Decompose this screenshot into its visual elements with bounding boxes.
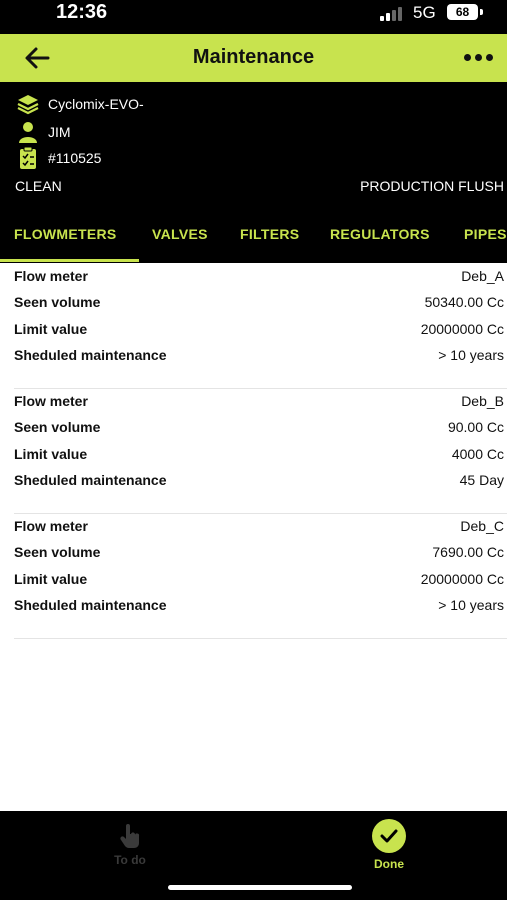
seen-volume-value: 90.00 Cc — [447, 419, 504, 435]
flow-meter-row: Flow meter Deb_C — [14, 518, 504, 538]
seen-volume-row: Seen volume 90.00 Cc — [14, 419, 504, 439]
mode-clean: CLEAN — [15, 178, 62, 194]
seen-volume-label: Seen volume — [14, 294, 101, 310]
seen-volume-value: 50340.00 Cc — [424, 294, 504, 310]
status-bar: 12:36 5G 68 — [0, 0, 507, 34]
flow-meter-row: Flow meter Deb_A — [14, 268, 504, 288]
seen-volume-label: Seen volume — [14, 419, 101, 435]
limit-value-value: 20000000 Cc — [420, 321, 504, 337]
layers-icon — [17, 95, 39, 115]
nav-todo-label: To do — [114, 853, 146, 867]
clipboard-icon — [20, 146, 36, 169]
back-button[interactable] — [22, 44, 52, 72]
limit-value-label: Limit value — [14, 571, 88, 587]
machine-name: Cyclomix-EVO- — [48, 96, 144, 112]
limit-value-label: Limit value — [14, 446, 88, 462]
scheduled-row: Sheduled maintenance 45 Day — [14, 472, 504, 492]
scheduled-row: Sheduled maintenance > 10 years — [14, 347, 504, 367]
more-dots-icon[interactable] — [464, 52, 496, 64]
divider — [14, 513, 507, 514]
page-title: Maintenance — [192, 46, 315, 68]
tab-pipes[interactable]: PIPES — [464, 226, 507, 242]
limit-value-row: Limit value 4000 Cc — [14, 446, 504, 466]
flow-meter-value: Deb_B — [461, 393, 504, 409]
arrow-left-icon — [25, 47, 50, 69]
home-indicator — [168, 885, 352, 890]
scheduled-value: 45 Day — [459, 472, 504, 488]
limit-value-row: Limit value 20000000 Cc — [14, 571, 504, 591]
user-name: JIM — [48, 124, 71, 140]
status-time: 12:36 — [56, 1, 108, 23]
tab-valves[interactable]: VALVES — [152, 226, 208, 242]
flow-meter-value: Deb_A — [461, 268, 504, 284]
flow-meter-label: Flow meter — [14, 393, 88, 409]
seen-volume-row: Seen volume 50340.00 Cc — [14, 294, 504, 314]
scheduled-row: Sheduled maintenance > 10 years — [14, 597, 504, 617]
seen-volume-label: Seen volume — [14, 544, 101, 560]
hand-pointer-icon — [120, 824, 140, 848]
network-label: 5G — [413, 3, 436, 22]
scheduled-label: Sheduled maintenance — [14, 347, 167, 363]
scheduled-value: > 10 years — [438, 597, 504, 613]
nav-done-label: Done — [374, 857, 404, 871]
scheduled-value: > 10 years — [438, 347, 504, 363]
signal-icon — [380, 7, 406, 21]
seen-volume-value: 7690.00 Cc — [432, 544, 504, 560]
active-tab-indicator — [0, 259, 139, 262]
scheduled-label: Sheduled maintenance — [14, 597, 167, 613]
user-icon — [19, 122, 37, 143]
flowmeter-card[interactable]: Flow meter Deb_C Seen volume 7690.00 Cc … — [0, 518, 507, 643]
tab-filters[interactable]: FILTERS — [240, 226, 299, 242]
flowmeter-card[interactable]: Flow meter Deb_A Seen volume 50340.00 Cc… — [0, 268, 507, 393]
flowmeter-card[interactable]: Flow meter Deb_B Seen volume 90.00 Cc Li… — [0, 393, 507, 518]
nav-todo[interactable]: To do — [100, 823, 160, 873]
battery-icon: 68 — [447, 4, 478, 20]
battery-tip — [480, 9, 483, 15]
scheduled-label: Sheduled maintenance — [14, 472, 167, 488]
seen-volume-row: Seen volume 7690.00 Cc — [14, 544, 504, 564]
category-tabs: FLOWMETERS VALVES FILTERS REGULATORS PIP… — [0, 212, 507, 263]
flow-meter-label: Flow meter — [14, 518, 88, 534]
limit-value-value: 4000 Cc — [451, 446, 504, 462]
tab-regulators[interactable]: REGULATORS — [330, 226, 430, 242]
order-number: #110525 — [48, 150, 102, 166]
flow-meter-value: Deb_C — [460, 518, 504, 534]
divider — [14, 388, 507, 389]
limit-value-row: Limit value 20000000 Cc — [14, 321, 504, 341]
flow-meter-label: Flow meter — [14, 268, 88, 284]
app-header: Maintenance — [0, 34, 507, 82]
limit-value-label: Limit value — [14, 321, 88, 337]
tab-flowmeters[interactable]: FLOWMETERS — [14, 226, 117, 242]
limit-value-value: 20000000 Cc — [420, 571, 504, 587]
nav-done[interactable]: Done — [359, 817, 419, 873]
flow-meter-row: Flow meter Deb_B — [14, 393, 504, 413]
check-circle-icon — [372, 819, 406, 853]
divider — [14, 638, 507, 639]
mode-production-flush: PRODUCTION FLUSH — [360, 178, 504, 194]
